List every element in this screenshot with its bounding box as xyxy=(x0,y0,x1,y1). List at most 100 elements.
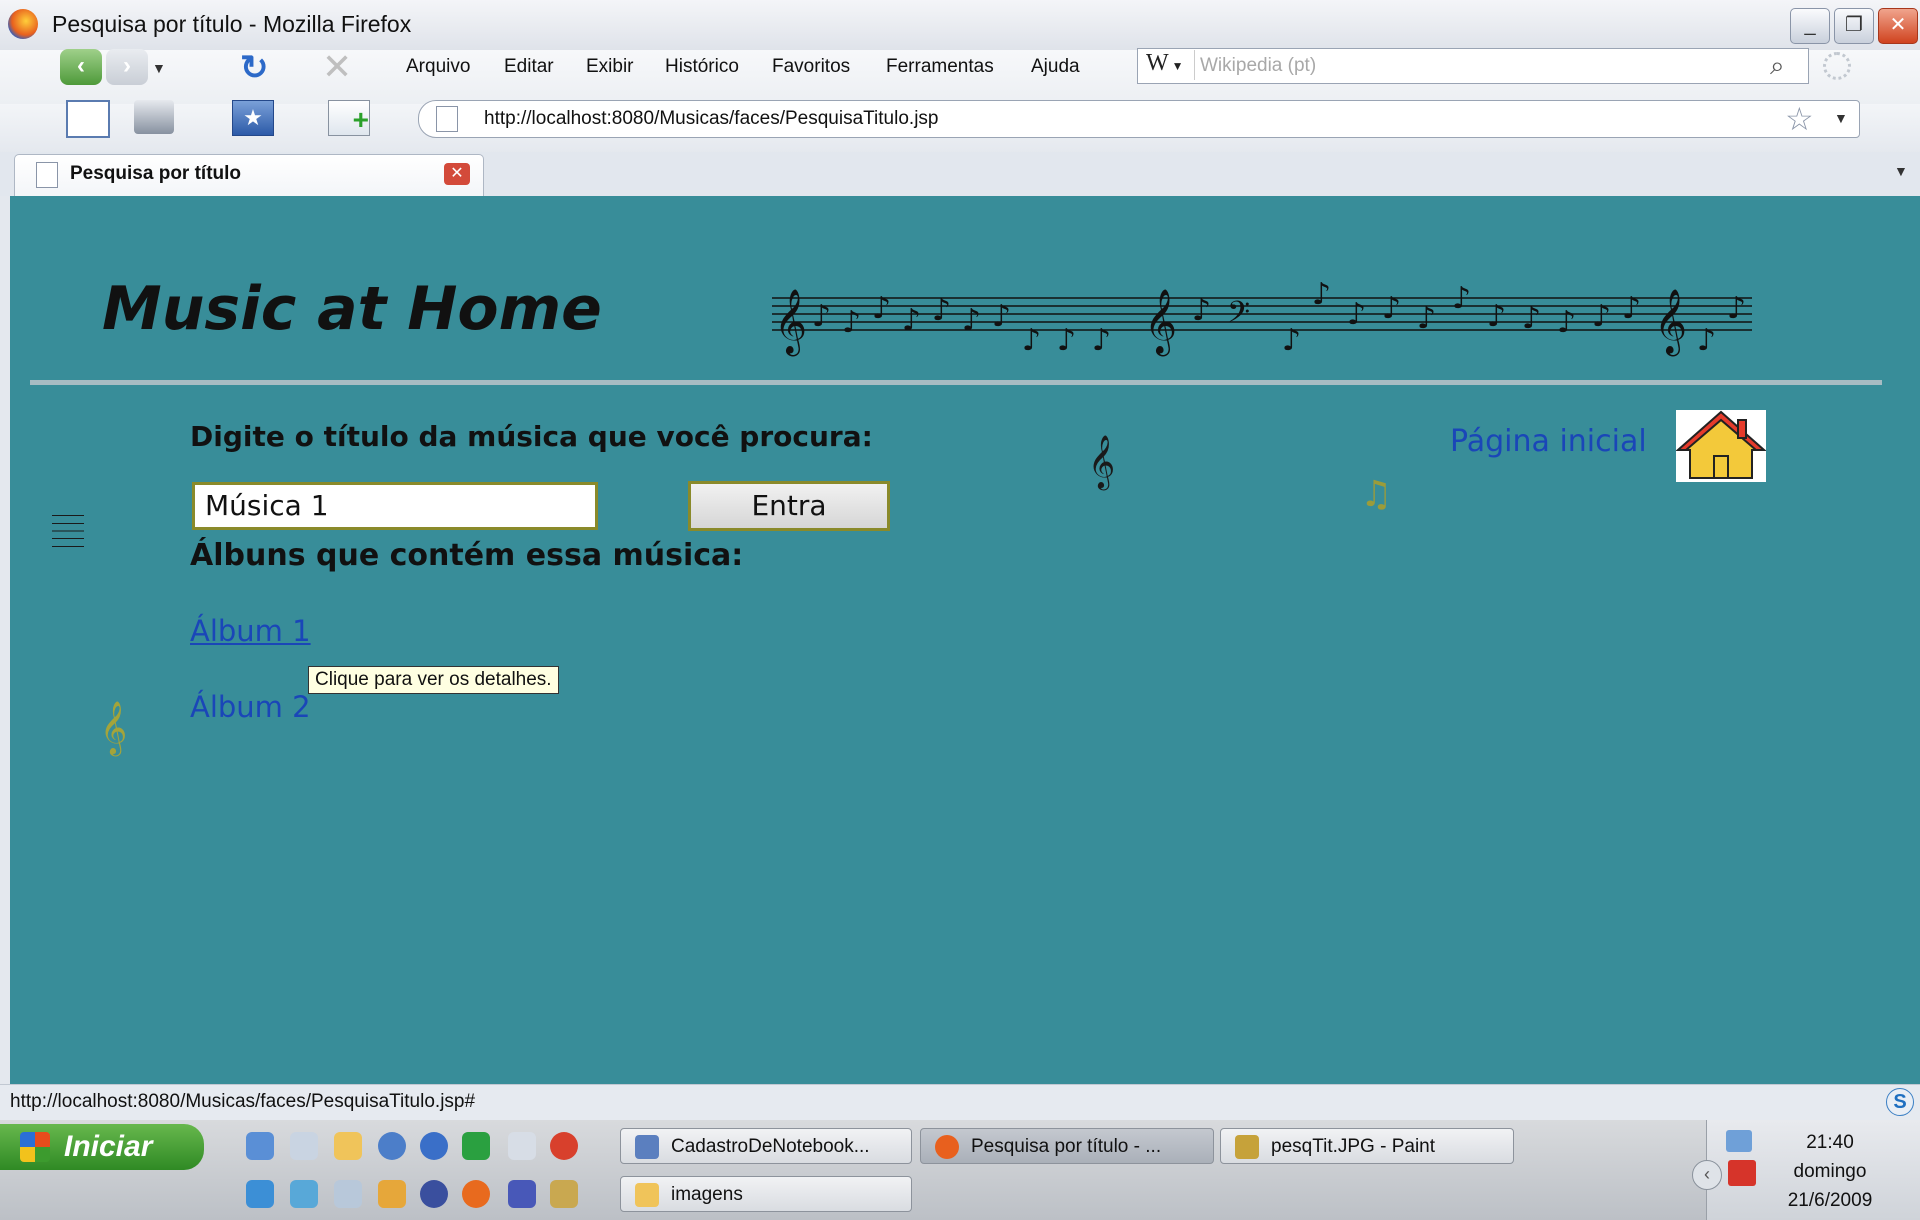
svg-text:♪: ♪ xyxy=(842,305,861,340)
bookmark-star-icon[interactable]: ☆ xyxy=(1785,100,1814,138)
document-quicklaunch-icon[interactable] xyxy=(290,1132,318,1160)
ie-icon[interactable] xyxy=(246,1180,274,1208)
eclipse-icon[interactable] xyxy=(508,1180,536,1208)
svg-text:♪: ♪ xyxy=(962,303,981,338)
albums-heading: Álbuns que contém essa música: xyxy=(190,538,744,573)
folder-icon xyxy=(635,1183,659,1207)
tray-expand-icon[interactable]: ‹ xyxy=(1692,1160,1722,1190)
task-imagens[interactable]: imagens xyxy=(620,1176,912,1212)
svg-text:♪: ♪ xyxy=(1382,291,1401,326)
home-page-link[interactable]: Página inicial xyxy=(1450,424,1647,459)
search-input[interactable]: Wikipedia (pt) xyxy=(1200,55,1316,77)
svg-text:♪: ♪ xyxy=(1452,281,1471,316)
firefox-icon xyxy=(8,9,38,39)
svg-text:♪: ♪ xyxy=(872,291,891,326)
svg-text:♪: ♪ xyxy=(1057,323,1076,358)
header-divider xyxy=(30,380,1882,385)
history-dropdown-icon[interactable]: ▼ xyxy=(152,60,166,76)
clock-date: 21/6/2009 xyxy=(1787,1190,1873,1211)
menu-favoritos[interactable]: Favoritos xyxy=(772,56,850,78)
window-icon[interactable] xyxy=(334,1180,362,1208)
svg-text:♪: ♪ xyxy=(1622,291,1641,326)
clock-day: domingo xyxy=(1793,1161,1867,1182)
clock-time: 21:40 xyxy=(1806,1132,1854,1153)
users-icon[interactable] xyxy=(290,1180,318,1208)
tab-list-icon[interactable]: ▼ xyxy=(1894,163,1908,179)
menu-editar[interactable]: Editar xyxy=(504,56,554,78)
svg-text:𝄞: 𝄞 xyxy=(774,289,807,356)
svg-text:♪: ♪ xyxy=(1417,301,1436,336)
music-note-icon: ♫ xyxy=(1360,474,1393,515)
window-title: Pesquisa por título - Mozilla Firefox xyxy=(52,11,412,37)
browser-quicklaunch-icon[interactable] xyxy=(420,1132,448,1160)
tools-icon[interactable] xyxy=(550,1180,578,1208)
windows-flag-icon xyxy=(20,1132,50,1162)
search-icon[interactable]: ⌕ xyxy=(1770,50,1785,82)
money-icon[interactable] xyxy=(462,1132,490,1160)
minimize-icon[interactable]: _ xyxy=(1790,8,1830,44)
task-label: pesqTit.JPG - Paint xyxy=(1271,1136,1436,1157)
svg-text:♪: ♪ xyxy=(902,303,921,338)
print-icon[interactable] xyxy=(134,100,174,134)
task-label: CadastroDeNotebook... xyxy=(671,1136,870,1157)
paint-icon xyxy=(1235,1135,1259,1159)
album-1-link[interactable]: Álbum 1 xyxy=(190,614,311,648)
wikipedia-icon: W xyxy=(1146,50,1169,76)
svg-text:♪: ♪ xyxy=(1487,299,1506,334)
page-icon xyxy=(436,106,458,132)
menu-arquivo[interactable]: Arquivo xyxy=(406,56,470,78)
tab-label[interactable]: Pesquisa por título xyxy=(70,163,241,185)
svg-text:♪: ♪ xyxy=(1727,291,1746,326)
site-title: Music at Home xyxy=(102,274,602,344)
search-engine-selector[interactable]: W ▼ xyxy=(1140,50,1195,80)
new-tab-icon[interactable]: + xyxy=(328,100,370,136)
stop-icon[interactable]: ✕ xyxy=(322,46,352,88)
menu-historico[interactable]: Histórico xyxy=(665,56,739,78)
network-icon[interactable] xyxy=(1726,1130,1752,1152)
media-player-icon[interactable] xyxy=(378,1132,406,1160)
svg-text:𝄢: 𝄢 xyxy=(1227,296,1250,337)
reload-icon[interactable]: ↻ xyxy=(240,48,269,88)
url-dropdown-icon[interactable]: ▼ xyxy=(1834,110,1848,126)
shapes-icon[interactable] xyxy=(378,1180,406,1208)
menu-ferramentas[interactable]: Ferramentas xyxy=(886,56,994,78)
forward-button[interactable]: › xyxy=(106,49,148,85)
firefox-quicklaunch-icon[interactable] xyxy=(462,1180,490,1208)
tab-close-icon[interactable]: ✕ xyxy=(444,163,470,185)
close-icon[interactable]: ✕ xyxy=(1878,8,1918,44)
svg-text:♪: ♪ xyxy=(812,299,831,334)
album-2-link[interactable]: Álbum 2 xyxy=(190,690,311,724)
svg-text:♪: ♪ xyxy=(1022,323,1041,358)
menu-ajuda[interactable]: Ajuda xyxy=(1031,56,1080,78)
window-left-border xyxy=(0,196,10,1084)
app-quicklaunch-icon[interactable] xyxy=(550,1132,578,1160)
skype-icon[interactable]: S xyxy=(1886,1088,1914,1116)
title-search-input[interactable]: Música 1 xyxy=(192,482,598,530)
folder-quicklaunch-icon[interactable] xyxy=(334,1132,362,1160)
bookmarks-icon[interactable]: ★ xyxy=(232,100,274,136)
entra-button[interactable]: Entra xyxy=(688,481,890,531)
svg-text:♪: ♪ xyxy=(1557,305,1576,340)
treble-clef-icon: 𝄞 xyxy=(100,700,128,754)
back-button[interactable]: ‹ xyxy=(60,49,102,85)
ie-quicklaunch-icon[interactable] xyxy=(246,1132,274,1160)
sidebar-icon[interactable] xyxy=(66,100,110,138)
globe-icon[interactable] xyxy=(420,1180,448,1208)
svg-text:♪: ♪ xyxy=(1312,277,1331,312)
svg-text:♪: ♪ xyxy=(992,299,1011,334)
home-icon[interactable] xyxy=(1675,410,1767,482)
url-text[interactable]: http://localhost:8080/Musicas/faces/Pesq… xyxy=(484,108,938,130)
restore-icon[interactable]: ❐ xyxy=(1834,8,1874,44)
svg-text:𝄞: 𝄞 xyxy=(1144,289,1177,356)
task-label: imagens xyxy=(671,1184,743,1205)
menu-exibir[interactable]: Exibir xyxy=(586,56,634,78)
task-firefox[interactable]: Pesquisa por título - ... xyxy=(920,1128,1214,1164)
notepad-icon[interactable] xyxy=(508,1132,536,1160)
antivirus-icon[interactable] xyxy=(1728,1160,1756,1186)
task-cadastro[interactable]: CadastroDeNotebook... xyxy=(620,1128,912,1164)
task-paint[interactable]: pesqTit.JPG - Paint xyxy=(1220,1128,1514,1164)
album-tooltip: Clique para ver os detalhes. xyxy=(308,666,559,694)
svg-text:♪: ♪ xyxy=(932,293,951,328)
search-prompt-label: Digite o título da música que você procu… xyxy=(190,420,873,453)
treble-clef-icon: 𝄞 xyxy=(1088,434,1116,488)
